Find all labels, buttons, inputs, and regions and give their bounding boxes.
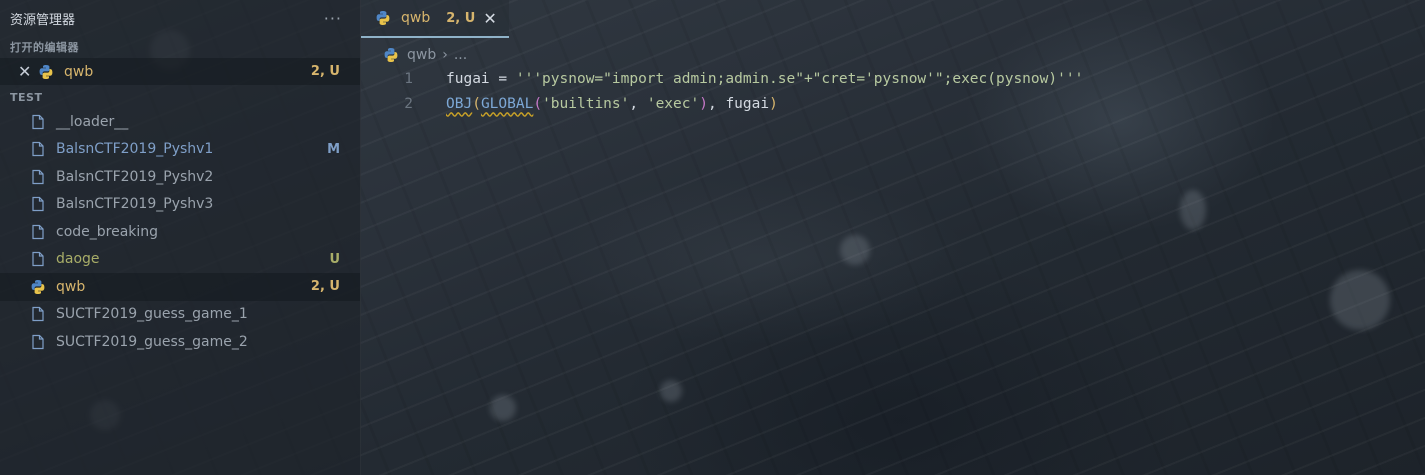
explorer-title: 资源管理器	[10, 12, 76, 28]
tree-item-label: BalsnCTF2019_Pyshv2	[56, 168, 214, 185]
code-line[interactable]: 1 fugai = '''pysnow="import admin;admin.…	[361, 66, 1425, 91]
tree-item-label: BalsnCTF2019_Pyshv1	[56, 141, 214, 158]
git-status-badge: U	[329, 251, 340, 267]
file-icon	[30, 306, 46, 322]
more-actions-icon[interactable]: ···	[324, 9, 342, 28]
tree-item-label: code_breaking	[56, 223, 159, 240]
code-editor[interactable]: 1 fugai = '''pysnow="import admin;admin.…	[361, 66, 1425, 116]
folder-heading-test[interactable]: TEST	[0, 86, 360, 108]
explorer-sidebar: 资源管理器 ··· 打开的编辑器 ✕ qwb 2, U TEST __loade…	[0, 0, 361, 475]
open-editors-heading[interactable]: 打开的编辑器	[0, 36, 360, 58]
tab-git-status-badge: 2, U	[446, 10, 476, 26]
tree-item-label: __loader__	[56, 113, 129, 130]
python-icon	[375, 10, 391, 26]
code-token-paren: (	[533, 95, 543, 112]
tree-item-qwb[interactable]: qwb 2, U	[0, 273, 360, 301]
python-icon	[38, 64, 54, 80]
tab-close-icon[interactable]: ✕	[483, 9, 496, 28]
file-icon	[30, 334, 46, 350]
python-icon	[30, 279, 46, 295]
open-editor-filename: qwb	[64, 63, 94, 80]
breadcrumb-symbols[interactable]: ...	[454, 47, 467, 63]
git-status-badge: M	[327, 141, 340, 157]
close-icon[interactable]: ✕	[18, 62, 38, 81]
tree-item-daoge[interactable]: daoge U	[0, 246, 360, 274]
tree-item-label: daoge	[56, 251, 100, 268]
code-token-paren: )	[769, 95, 778, 112]
git-status-badge: 2, U	[310, 64, 340, 79]
file-icon	[30, 169, 46, 185]
code-token-variable: fugai	[446, 70, 490, 87]
background-snowflake	[490, 395, 516, 421]
background-snowflake	[1330, 270, 1390, 330]
breadcrumb-separator-icon: ›	[442, 47, 448, 63]
file-icon	[30, 114, 46, 130]
git-status-badge: 2, U	[310, 279, 340, 295]
tree-item-balsnctf2019-pyshv2[interactable]: BalsnCTF2019_Pyshv2	[0, 163, 360, 191]
code-token-function: GLOBAL	[480, 95, 534, 112]
tree-item-label: SUCTF2019_guess_game_2	[56, 333, 248, 350]
file-icon	[30, 251, 46, 267]
file-icon	[30, 141, 46, 157]
line-number: 1	[404, 70, 413, 87]
tree-item-label: BalsnCTF2019_Pyshv3	[56, 196, 214, 213]
tab-qwb[interactable]: qwb 2, U ✕	[361, 0, 509, 38]
code-token-string: '''pysnow="import admin;admin.se"+"cret=…	[515, 70, 1084, 87]
file-icon	[30, 224, 46, 240]
code-token-paren: )	[699, 95, 708, 112]
code-token-string: 'exec'	[646, 95, 700, 112]
background-snowflake	[660, 380, 682, 402]
code-token-operator: =	[489, 70, 516, 87]
code-token-function: OBJ	[446, 95, 473, 112]
breadcrumb-file[interactable]: qwb	[407, 47, 436, 63]
open-editor-item-qwb[interactable]: ✕ qwb 2, U	[0, 58, 360, 85]
code-token-punctuation: ,	[629, 95, 647, 112]
python-icon	[383, 47, 399, 63]
background-snowflake	[840, 235, 870, 265]
code-token-variable: fugai	[725, 95, 770, 112]
tree-item-label: SUCTF2019_guess_game_1	[56, 306, 248, 323]
tree-item-suctf2019-guess-game-2[interactable]: SUCTF2019_guess_game_2	[0, 328, 360, 356]
tab-label: qwb	[401, 10, 431, 26]
line-number: 2	[404, 95, 413, 112]
editor-tab-bar: qwb 2, U ✕	[361, 0, 1425, 38]
code-line[interactable]: 2 OBJ ( GLOBAL ( 'builtins' , 'exec' ) ,…	[361, 91, 1425, 116]
tree-item-balsnctf2019-pyshv1[interactable]: BalsnCTF2019_Pyshv1 M	[0, 136, 360, 164]
tree-item-label: qwb	[56, 278, 86, 295]
explorer-header: 资源管理器 ···	[0, 0, 360, 36]
tree-item-code-breaking[interactable]: code_breaking	[0, 218, 360, 246]
file-icon	[30, 196, 46, 212]
code-token-paren: (	[472, 95, 481, 112]
tree-item-balsnctf2019-pyshv3[interactable]: BalsnCTF2019_Pyshv3	[0, 191, 360, 219]
breadcrumb: qwb › ...	[383, 44, 467, 66]
background-snowflake	[1180, 190, 1206, 230]
tree-item-loader[interactable]: __loader__	[0, 108, 360, 136]
code-token-string: 'builtins'	[542, 95, 630, 112]
tree-item-suctf2019-guess-game-1[interactable]: SUCTF2019_guess_game_1	[0, 301, 360, 329]
code-token-punctuation: ,	[707, 95, 726, 112]
